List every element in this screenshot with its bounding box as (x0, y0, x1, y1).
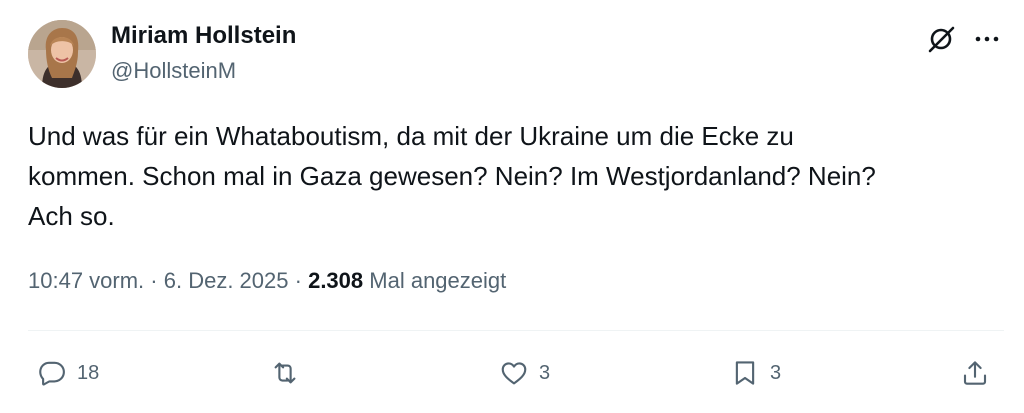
grok-icon[interactable] (926, 24, 956, 54)
like-count: 3 (539, 361, 551, 384)
tweet-text: Und was für ein Whataboutism, da mit der… (28, 121, 876, 231)
avatar-image (28, 20, 96, 88)
tweet-time[interactable]: 10:47 vorm. (28, 268, 144, 293)
bookmark-count: 3 (770, 361, 782, 384)
tweet-metadata: 10:47 vorm. · 6. Dez. 2025 · 2.308 Mal a… (28, 268, 506, 294)
meta-separator: · (294, 268, 302, 293)
author-handle[interactable]: @HollsteinM (111, 58, 236, 84)
tweet-date[interactable]: 6. Dez. 2025 (164, 268, 289, 293)
divider (28, 330, 1004, 331)
bookmark-icon (735, 361, 755, 385)
views-count: 2.308 (308, 268, 364, 293)
heart-icon (501, 362, 527, 385)
reply-button[interactable]: 18 (37, 356, 99, 390)
share-icon (963, 361, 987, 385)
repost-button[interactable] (270, 356, 310, 390)
more-icon[interactable] (972, 24, 1002, 54)
views-label: Mal angezeigt (369, 268, 507, 293)
like-button[interactable]: 3 (499, 356, 550, 390)
avatar[interactable] (28, 20, 96, 88)
bookmark-button[interactable]: 3 (730, 356, 781, 390)
tweet-card: Miriam Hollstein @HollsteinM Und was für… (0, 0, 1024, 413)
reply-icon (39, 361, 65, 386)
share-button[interactable] (960, 356, 990, 390)
meta-separator: · (150, 268, 158, 293)
author-name[interactable]: Miriam Hollstein (111, 22, 296, 50)
repost-icon (274, 362, 296, 384)
reply-count: 18 (77, 361, 100, 384)
